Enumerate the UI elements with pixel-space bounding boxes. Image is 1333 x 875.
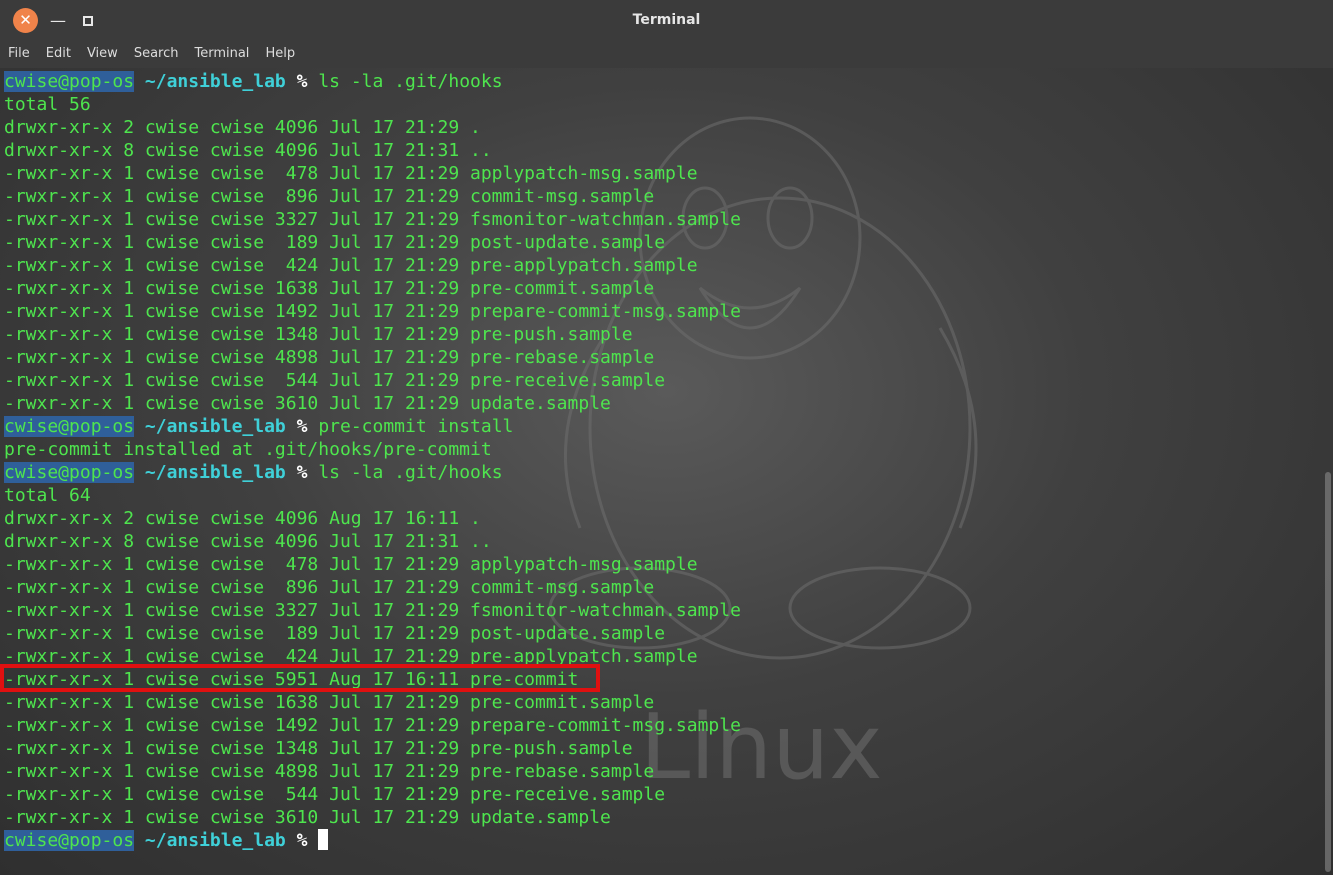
minimize-icon: — [50, 11, 66, 30]
minimize-button[interactable]: — [48, 8, 68, 33]
prompt-symbol: % [296, 462, 308, 483]
prompt-userhost: cwise@pop-os [4, 416, 135, 437]
menu-terminal[interactable]: Terminal [186, 40, 257, 68]
terminal-area[interactable]: Linux cwise@pop-os ~/ansible_lab % ls -l… [0, 68, 1333, 875]
prompt-path: ~/ansible_lab [144, 71, 286, 92]
output-line: -rwxr-xr-x 1 cwise cwise 1638 Jul 17 21:… [4, 278, 655, 299]
prompt-command: ls -la .git/hooks [318, 71, 503, 92]
output-line: drwxr-xr-x 2 cwise cwise 4096 Aug 17 16:… [4, 508, 481, 529]
output-line: -rwxr-xr-x 1 cwise cwise 3327 Jul 17 21:… [4, 209, 741, 230]
prompt-userhost: cwise@pop-os [4, 830, 135, 851]
output-line: -rwxr-xr-x 1 cwise cwise 544 Jul 17 21:2… [4, 370, 666, 391]
output-line: -rwxr-xr-x 1 cwise cwise 3610 Jul 17 21:… [4, 807, 611, 828]
terminal-window: ✕ — Terminal File Edit View Search Termi… [0, 0, 1333, 875]
title-bar[interactable]: ✕ — Terminal [0, 0, 1333, 40]
output-line: -rwxr-xr-x 1 cwise cwise 1638 Jul 17 21:… [4, 692, 655, 713]
output-line: -rwxr-xr-x 1 cwise cwise 4898 Jul 17 21:… [4, 347, 655, 368]
prompt-path: ~/ansible_lab [144, 830, 286, 851]
close-icon: ✕ [19, 11, 32, 29]
terminal-output: cwise@pop-os ~/ansible_lab % ls -la .git… [4, 70, 741, 852]
menu-search[interactable]: Search [126, 40, 187, 68]
prompt-path: ~/ansible_lab [144, 462, 286, 483]
menu-edit[interactable]: Edit [38, 40, 79, 68]
output-line: -rwxr-xr-x 1 cwise cwise 478 Jul 17 21:2… [4, 163, 698, 184]
output-line: -rwxr-xr-x 1 cwise cwise 478 Jul 17 21:2… [4, 554, 698, 575]
output-line: -rwxr-xr-x 1 cwise cwise 896 Jul 17 21:2… [4, 577, 655, 598]
output-line: total 56 [4, 94, 91, 115]
maximize-icon [83, 15, 93, 26]
output-line: drwxr-xr-x 8 cwise cwise 4096 Jul 17 21:… [4, 531, 492, 552]
prompt-command: ls -la .git/hooks [318, 462, 503, 483]
prompt-line: cwise@pop-os ~/ansible_lab % [4, 829, 741, 852]
output-line: total 64 [4, 485, 91, 506]
output-line: drwxr-xr-x 2 cwise cwise 4096 Jul 17 21:… [4, 117, 481, 138]
maximize-button[interactable] [78, 8, 98, 33]
output-line: -rwxr-xr-x 1 cwise cwise 3327 Jul 17 21:… [4, 600, 741, 621]
output-line: -rwxr-xr-x 1 cwise cwise 1348 Jul 17 21:… [4, 738, 633, 759]
prompt-userhost: cwise@pop-os [4, 71, 135, 92]
prompt-line: cwise@pop-os ~/ansible_lab % pre-commit … [4, 415, 741, 438]
prompt-symbol: % [296, 830, 308, 851]
output-line: -rwxr-xr-x 1 cwise cwise 1492 Jul 17 21:… [4, 715, 741, 736]
output-line: -rwxr-xr-x 1 cwise cwise 1492 Jul 17 21:… [4, 301, 741, 322]
prompt-command: pre-commit install [318, 416, 514, 437]
menu-view[interactable]: View [79, 40, 126, 68]
output-line: -rwxr-xr-x 1 cwise cwise 189 Jul 17 21:2… [4, 232, 666, 253]
menu-help[interactable]: Help [257, 40, 303, 68]
menu-file[interactable]: File [0, 40, 38, 68]
text-cursor [318, 829, 329, 850]
output-line: -rwxr-xr-x 1 cwise cwise 3610 Jul 17 21:… [4, 393, 611, 414]
output-line: -rwxr-xr-x 1 cwise cwise 4898 Jul 17 21:… [4, 761, 655, 782]
output-line: pre-commit installed at .git/hooks/pre-c… [4, 439, 492, 460]
scrollbar[interactable] [1325, 472, 1331, 872]
output-line: -rwxr-xr-x 1 cwise cwise 424 Jul 17 21:2… [4, 646, 698, 667]
output-line: -rwxr-xr-x 1 cwise cwise 1348 Jul 17 21:… [4, 324, 633, 345]
prompt-line: cwise@pop-os ~/ansible_lab % ls -la .git… [4, 70, 741, 93]
output-line: -rwxr-xr-x 1 cwise cwise 424 Jul 17 21:2… [4, 255, 698, 276]
output-line: -rwxr-xr-x 1 cwise cwise 544 Jul 17 21:2… [4, 784, 666, 805]
output-line: -rwxr-xr-x 1 cwise cwise 189 Jul 17 21:2… [4, 623, 666, 644]
close-button[interactable]: ✕ [13, 8, 38, 33]
menu-bar: File Edit View Search Terminal Help [0, 40, 1333, 68]
output-line: -rwxr-xr-x 1 cwise cwise 896 Jul 17 21:2… [4, 186, 655, 207]
window-title: Terminal [632, 12, 701, 28]
prompt-path: ~/ansible_lab [144, 416, 286, 437]
prompt-symbol: % [296, 71, 308, 92]
prompt-symbol: % [296, 416, 308, 437]
prompt-line: cwise@pop-os ~/ansible_lab % ls -la .git… [4, 461, 741, 484]
output-line: drwxr-xr-x 8 cwise cwise 4096 Jul 17 21:… [4, 140, 492, 161]
prompt-userhost: cwise@pop-os [4, 462, 135, 483]
output-line-highlighted: -rwxr-xr-x 1 cwise cwise 5951 Aug 17 16:… [4, 669, 579, 690]
